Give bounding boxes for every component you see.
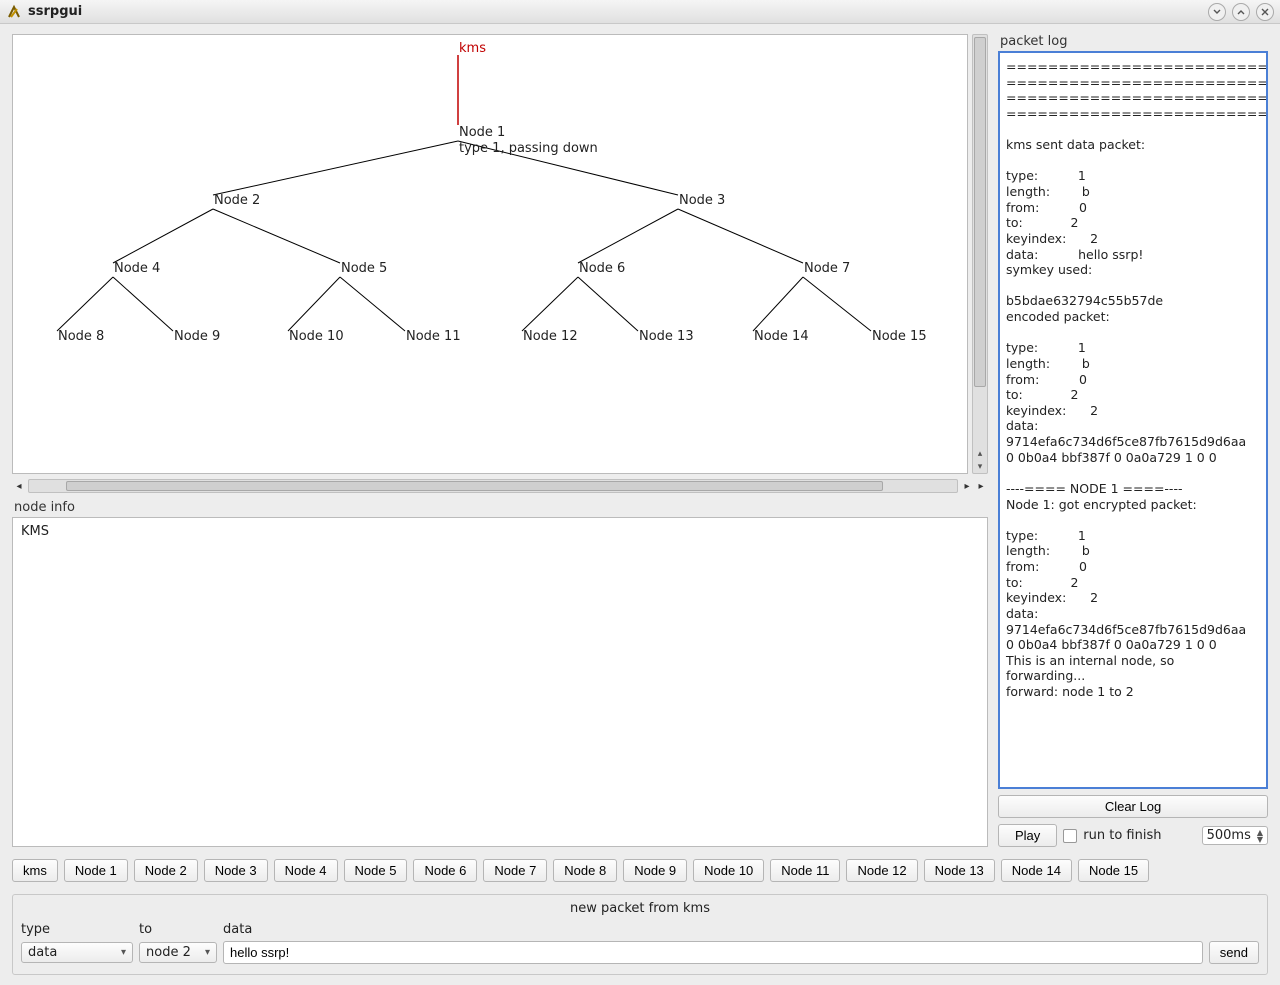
clear-log-button[interactable]: Clear Log (998, 795, 1268, 818)
node-button-4[interactable]: Node 4 (274, 859, 338, 882)
type-label: type (21, 922, 139, 937)
tree-node-1[interactable]: Node 1 (459, 125, 505, 140)
packetlog-label: packet log (1000, 34, 1268, 49)
tree-node-14[interactable]: Node 14 (754, 329, 809, 344)
tree-node-13[interactable]: Node 13 (639, 329, 694, 344)
node-button-11[interactable]: Node 11 (770, 859, 840, 882)
type-select[interactable]: data ▾ (21, 942, 133, 963)
tree-node-6[interactable]: Node 6 (579, 261, 625, 276)
packet-form: new packet from kms type to data data ▾ … (12, 894, 1268, 975)
app-icon (6, 4, 22, 20)
node-button-1[interactable]: Node 1 (64, 859, 128, 882)
tree-canvas[interactable]: kms Node 1 type 1, passing down Node 2 N… (12, 34, 968, 474)
tree-node-11[interactable]: Node 11 (406, 329, 461, 344)
tree-node-8[interactable]: Node 8 (58, 329, 104, 344)
node-button-6[interactable]: Node 6 (413, 859, 477, 882)
interval-spinner[interactable]: 500ms ▲▼ (1202, 826, 1268, 845)
tree-node-9[interactable]: Node 9 (174, 329, 220, 344)
tree-node-12[interactable]: Node 12 (523, 329, 578, 344)
tree-node-kms[interactable]: kms (459, 41, 486, 56)
tree-node-2[interactable]: Node 2 (214, 193, 260, 208)
hscroll-left-icon[interactable]: ◂ (12, 481, 26, 492)
packet-form-title: new packet from kms (21, 901, 1259, 916)
spinner-arrows-icon[interactable]: ▲▼ (1257, 829, 1263, 843)
node-button-kms[interactable]: kms (12, 859, 58, 882)
titlebar: ssrpgui (0, 0, 1280, 24)
node-button-7[interactable]: Node 7 (483, 859, 547, 882)
node-button-15[interactable]: Node 15 (1078, 859, 1149, 882)
node-button-10[interactable]: Node 10 (693, 859, 764, 882)
maximize-icon[interactable] (1232, 3, 1250, 21)
tree-node-1-sub: type 1, passing down (459, 141, 598, 156)
run-to-finish-label: run to finish (1083, 828, 1161, 843)
nodeinfo-label: node info (14, 500, 988, 515)
window-title: ssrpgui (28, 4, 82, 19)
tree-node-4[interactable]: Node 4 (114, 261, 160, 276)
data-input[interactable] (223, 941, 1203, 964)
tree-hscrollbar[interactable] (28, 479, 958, 493)
node-button-9[interactable]: Node 9 (623, 859, 687, 882)
tree-node-15[interactable]: Node 15 (872, 329, 927, 344)
type-select-value: data (28, 945, 57, 960)
hscroll-right-icon[interactable]: ▸ (960, 481, 974, 492)
node-button-3[interactable]: Node 3 (204, 859, 268, 882)
data-label: data (223, 922, 1259, 937)
packet-log[interactable]: ============================= ==========… (998, 51, 1268, 789)
tree-node-5[interactable]: Node 5 (341, 261, 387, 276)
node-button-12[interactable]: Node 12 (846, 859, 917, 882)
node-button-13[interactable]: Node 13 (924, 859, 995, 882)
run-to-finish-checkbox[interactable] (1063, 829, 1077, 843)
send-button[interactable]: send (1209, 941, 1259, 964)
play-button[interactable]: Play (998, 824, 1057, 847)
tree-vscrollbar[interactable]: ▴ ▾ (972, 34, 988, 474)
nodeinfo-box: KMS (12, 517, 988, 847)
node-button-5[interactable]: Node 5 (344, 859, 408, 882)
minimize-icon[interactable] (1208, 3, 1226, 21)
to-select-value: node 2 (146, 945, 191, 960)
tree-node-10[interactable]: Node 10 (289, 329, 344, 344)
node-button-2[interactable]: Node 2 (134, 859, 198, 882)
node-button-14[interactable]: Node 14 (1001, 859, 1072, 882)
nodeinfo-content: KMS (21, 524, 49, 539)
chevron-down-icon: ▾ (205, 947, 210, 958)
tree-node-7[interactable]: Node 7 (804, 261, 850, 276)
close-icon[interactable] (1256, 3, 1274, 21)
node-button-row: kms Node 1 Node 2 Node 3 Node 4 Node 5 N… (12, 859, 1268, 882)
hscroll-right2-icon[interactable]: ▸ (974, 481, 988, 492)
node-button-8[interactable]: Node 8 (553, 859, 617, 882)
chevron-down-icon: ▾ (121, 947, 126, 958)
interval-value: 500ms (1207, 828, 1251, 843)
to-select[interactable]: node 2 ▾ (139, 942, 217, 963)
to-label: to (139, 922, 223, 937)
tree-node-3[interactable]: Node 3 (679, 193, 725, 208)
